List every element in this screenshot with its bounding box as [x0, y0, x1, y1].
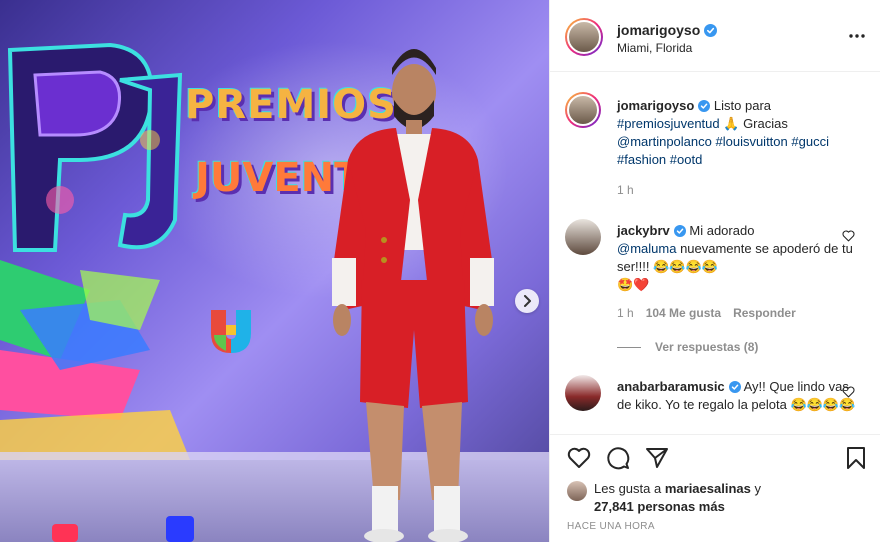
comment-username[interactable]: jackybrv [617, 223, 670, 238]
comment-like-heart-icon[interactable] [842, 230, 855, 242]
univision-logo [211, 310, 251, 353]
comment-like-heart-icon[interactable] [842, 386, 855, 398]
verified-icon [728, 381, 741, 393]
graffiti-mural [0, 260, 190, 470]
verified-icon [704, 24, 718, 37]
next-photo-button[interactable] [515, 289, 539, 313]
laughing-emoji: 😂😂😂😂 [790, 397, 856, 412]
post-location[interactable]: Miami, Florida [617, 41, 692, 55]
likes-joiner: y [754, 481, 761, 496]
bookmark-icon[interactable] [843, 445, 869, 471]
replies-divider [617, 347, 641, 349]
post-timestamp[interactable]: HACE UNA HORA [567, 521, 655, 532]
share-icon[interactable] [644, 445, 670, 471]
post-header: jomarigoyso Miami, Florida [550, 0, 880, 72]
verified-icon [698, 100, 711, 112]
hashtag-louisvuitton[interactable]: #louisvuitton [715, 134, 787, 149]
view-replies-button[interactable]: Ver respuestas (8) [617, 340, 758, 354]
comment-text-before: Mi adorado [689, 223, 755, 238]
hashtag-ootd[interactable]: #ootd [670, 152, 703, 167]
stage-light-blue [166, 516, 194, 542]
more-options-icon[interactable] [848, 30, 866, 42]
caption-text: jomarigoyso Listo para #premiosjuventud … [617, 97, 857, 169]
likes-summary: Les gusta a mariaesalinas y 27,841 perso… [594, 480, 864, 516]
likes-prefix: Les gusta a [594, 481, 662, 496]
comment-jackybrv: jackybrv Mi adorado @maluma nuevamente s… [617, 222, 857, 294]
comment-meta: 1 h 104 Me gusta Responder [617, 306, 808, 320]
starstruck-heart-emoji: 🤩❤️ [617, 277, 650, 292]
caption-avatar[interactable] [565, 92, 601, 128]
mention-maluma[interactable]: @maluma [617, 241, 676, 256]
caption-username[interactable]: jomarigoyso [617, 98, 694, 113]
heart-icon[interactable] [566, 445, 592, 471]
chevron-right-icon [524, 295, 531, 307]
caption-gracias: Gracias [743, 116, 788, 131]
author-avatar[interactable] [565, 18, 603, 56]
post-photo: PREMIOS JUVENTUD [0, 0, 549, 542]
mention-martinpolanco[interactable]: @martinpolanco [617, 134, 712, 149]
comment-likes[interactable]: 104 Me gusta [646, 306, 721, 320]
view-replies-label[interactable]: Ver respuestas (8) [655, 340, 758, 354]
likes-count[interactable]: 27,841 personas más [594, 499, 725, 514]
hashtag-gucci[interactable]: #gucci [791, 134, 829, 149]
comment-avatar-jackybrv[interactable] [565, 219, 601, 255]
comment-username[interactable]: anabarbaramusic [617, 379, 725, 394]
hashtag-premiosjuventud[interactable]: #premiosjuventud [617, 116, 720, 131]
praying-hands-emoji: 🙏 [723, 116, 740, 131]
likes-user[interactable]: mariaesalinas [665, 481, 751, 496]
comment-avatar-anabarbaramusic[interactable] [565, 375, 601, 411]
comment-reply[interactable]: Responder [733, 306, 796, 320]
caption-time: 1 h [617, 183, 634, 197]
comment-icon[interactable] [605, 445, 631, 471]
liker-avatar[interactable] [567, 481, 587, 501]
post-side-panel: jomarigoyso Miami, Florida jomarigoyso L… [549, 0, 880, 542]
post-actions: Les gusta a mariaesalinas y 27,841 perso… [550, 434, 880, 542]
comment-time: 1 h [617, 306, 634, 320]
laughing-emoji: 😂😂😂😂 [653, 259, 718, 274]
caption-intro: Listo para [713, 98, 772, 113]
verified-icon [673, 225, 686, 237]
comments-list[interactable]: jomarigoyso Listo para #premiosjuventud … [550, 72, 880, 434]
stage-light-red [52, 524, 78, 542]
pj-logo-graffiti [7, 42, 183, 252]
man-in-red-suit [332, 49, 494, 542]
hashtag-fashion[interactable]: #fashion [617, 152, 666, 167]
author-username[interactable]: jomarigoyso [617, 22, 718, 38]
author-username-text[interactable]: jomarigoyso [617, 22, 700, 38]
comment-anabarbaramusic: anabarbaramusic Ay!! Que lindo vas de ki… [617, 378, 857, 414]
